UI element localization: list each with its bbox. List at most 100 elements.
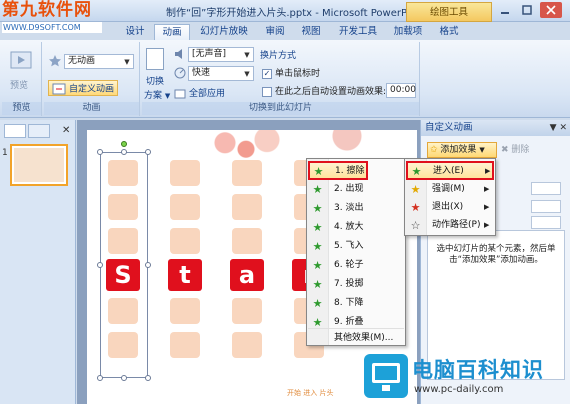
star-green-icon: ★ (312, 183, 323, 196)
tab-design[interactable]: 设计 (120, 24, 150, 40)
chevron-down-icon: ▼ (164, 92, 171, 100)
preview-group-label: 预览 (2, 102, 41, 115)
site-watermark-bottom: 电脑百科知识 www.pc-daily.com (360, 350, 570, 404)
transition-group-label: 切换到此幻灯片 (142, 102, 419, 115)
close-icon[interactable] (540, 2, 562, 18)
menu-item-exit[interactable]: ★ 退出(X) ▶ (406, 198, 494, 217)
star-icon: ✩ (430, 145, 438, 155)
property-select[interactable] (531, 200, 561, 213)
custom-animation-button[interactable]: 自定义动画 (48, 80, 119, 96)
tile (232, 160, 262, 186)
watermark-title: 第九软件网 (2, 0, 92, 20)
tab-view[interactable]: 视图 (296, 24, 326, 40)
effect-item-drop[interactable]: ★ 8. 下降 (308, 294, 404, 313)
letter-tile[interactable]: a (230, 259, 264, 291)
chevron-down-icon: ▼ (479, 146, 485, 154)
sound-icon (174, 48, 186, 63)
task-pane-header: 自定义动画 ▼ ✕ (421, 120, 570, 136)
close-icon[interactable]: ✕ (559, 123, 567, 133)
tab-developer[interactable]: 开发工具 (334, 24, 382, 40)
menu-item-motion-path[interactable]: ☆ 动作路径(P) ▶ (406, 216, 494, 235)
speed-select[interactable]: 快速 ▼ (188, 66, 254, 81)
auto-time-input[interactable]: 00:00 (386, 83, 416, 98)
drawing-tools-context-tab[interactable]: 绘图工具 (406, 2, 492, 22)
resize-handle[interactable] (145, 375, 151, 381)
star-green-icon: ★ (312, 297, 323, 310)
tab-animation[interactable]: 动画 (154, 24, 190, 40)
scheme-button[interactable]: 方案 ▼ (144, 88, 170, 101)
preview-icon[interactable] (8, 50, 36, 78)
tab-slideshow[interactable]: 幻灯片放映 (196, 24, 252, 40)
add-effect-button[interactable]: ✩ 添加效果 ▼ (427, 142, 497, 158)
menu-item-emphasis[interactable]: ★ 强调(M) ▶ (406, 180, 494, 199)
effect-item-throw[interactable]: ★ 7. 投掷 (308, 275, 404, 294)
effect-item-wheel[interactable]: ★ 6. 轮子 (308, 256, 404, 275)
resize-handle[interactable] (121, 149, 127, 155)
effect-item-wipe[interactable]: ★ 1. 擦除 (308, 161, 368, 180)
rotate-handle[interactable] (121, 141, 127, 147)
auto-after-checkbox[interactable]: 在此之后自动设置动画效果: (262, 84, 386, 97)
maximize-icon[interactable] (516, 2, 538, 18)
add-effect-menu: ★ 进入(E) ▶ ★ 强调(M) ▶ ★ 退出(X) ▶ ☆ 动作路径(P) … (404, 158, 496, 236)
tile (170, 332, 200, 358)
effect-item-zoom[interactable]: ★ 4. 放大 (308, 218, 404, 237)
remove-button[interactable]: ✖ 删除 (501, 142, 551, 158)
tile (232, 228, 262, 254)
tab-outline-icon[interactable] (28, 124, 50, 138)
resize-handle[interactable] (145, 149, 151, 155)
transition-preview-icon[interactable] (146, 48, 164, 70)
tile (232, 194, 262, 220)
transition-group: 切换 方案 ▼ [无声音] ▼ 快速 ▼ 全部应用 换片方式 ✓ 单击鼠标时 在… (142, 42, 420, 116)
tile (170, 160, 200, 186)
resize-handle[interactable] (121, 375, 127, 381)
animation-select[interactable]: 无动画 ▼ (64, 54, 134, 69)
effect-item-fly-in[interactable]: ★ 5. 飞入 (308, 237, 404, 256)
decoration-swirl (297, 130, 397, 160)
speed-select[interactable] (531, 216, 561, 229)
watermark-bottom-title: 电脑百科知识 (412, 358, 544, 382)
start-select[interactable] (531, 182, 561, 195)
chevron-right-icon: ▶ (484, 221, 490, 229)
ribbon: 预览 预览 无动画 ▼ 自定义动画 动画 切换 方案 ▼ [无声音] ▼ 快速 … (0, 40, 570, 118)
chevron-down-icon[interactable]: ▼ (550, 123, 557, 133)
resize-handle[interactable] (145, 262, 151, 268)
letter-tile[interactable]: t (168, 259, 202, 291)
effect-item-fade[interactable]: ★ 3. 淡出 (308, 199, 404, 218)
apply-all-icon (174, 88, 186, 100)
slide-thumbnail[interactable] (10, 144, 68, 186)
tab-slides-icon[interactable] (4, 124, 26, 138)
task-pane-title: 自定义动画 (425, 122, 473, 133)
pane-tabs: ✕ (4, 124, 72, 138)
chevron-down-icon: ▼ (124, 58, 130, 66)
minimize-icon[interactable] (494, 2, 516, 18)
effect-item-appear[interactable]: ★ 2. 出现 (308, 180, 404, 199)
watermark-bottom-url: www.pc-daily.com (414, 384, 504, 395)
advance-title: 换片方式 (260, 51, 297, 61)
close-icon[interactable]: ✕ (62, 125, 70, 136)
slides-pane: ✕ 1 (0, 120, 76, 404)
apply-all-button[interactable]: 全部应用 (174, 86, 225, 100)
preview-button[interactable]: 预览 (10, 78, 28, 91)
tab-format[interactable]: 格式 (434, 24, 464, 40)
tile (232, 298, 262, 324)
sound-select[interactable]: [无声音] ▼ (188, 47, 254, 62)
selection-box[interactable] (100, 152, 148, 378)
speed-icon (174, 67, 186, 82)
slide-number: 1 (2, 148, 8, 158)
resize-handle[interactable] (97, 262, 103, 268)
window-title: 制作“回”字形开始进入片头.pptx - Microsoft PowerPoin… (166, 8, 426, 19)
monitor-logo-icon (364, 354, 408, 398)
menu-item-entrance[interactable]: ★ 进入(E) ▶ (406, 161, 494, 180)
custom-animation-icon (52, 82, 66, 96)
checkbox-unchecked-icon (262, 86, 272, 97)
star-green-icon: ★ (411, 165, 422, 178)
animation-star-icon (48, 54, 62, 71)
tile (170, 228, 200, 254)
resize-handle[interactable] (97, 375, 103, 381)
resize-handle[interactable] (97, 149, 103, 155)
star-outline-icon: ☆ (410, 219, 421, 232)
on-click-checkbox[interactable]: ✓ 单击鼠标时 (262, 66, 320, 79)
tab-review[interactable]: 审阅 (260, 24, 290, 40)
more-effects-item[interactable]: 其他效果(M)... (308, 328, 404, 347)
tab-addins[interactable]: 加载项 (390, 24, 426, 40)
